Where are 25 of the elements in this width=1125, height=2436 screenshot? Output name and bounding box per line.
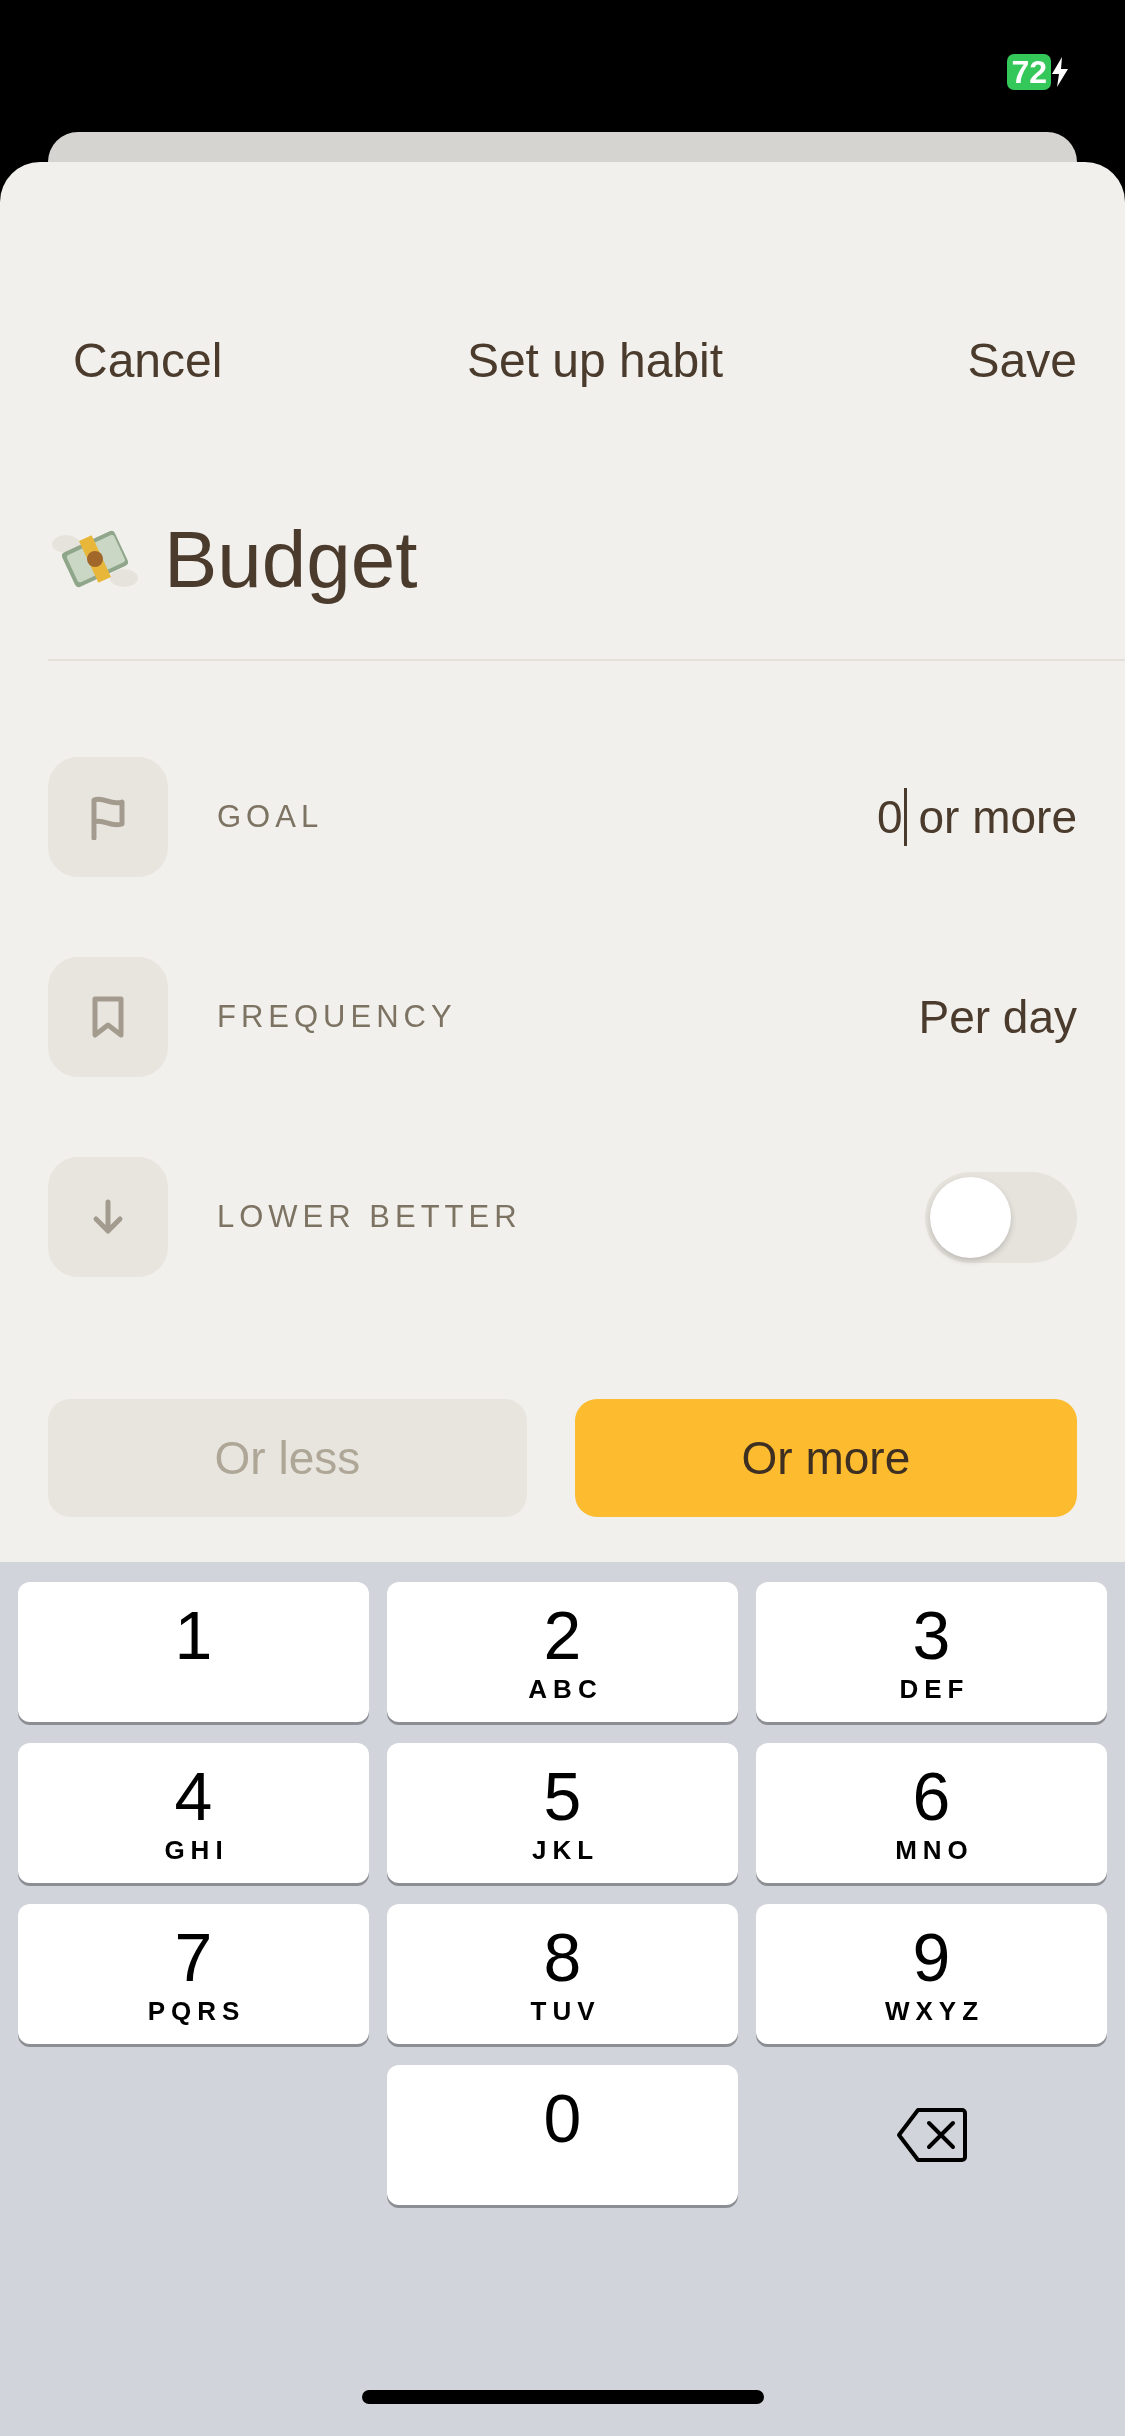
row-label: LOWER BETTER — [217, 1199, 523, 1235]
keypad-key[interactable]: 8 TUV — [387, 1904, 738, 2044]
frequency-value[interactable]: Per day — [918, 990, 1077, 1044]
battery-percentage: 72 — [1007, 54, 1051, 90]
option-button[interactable]: Or more — [574, 1399, 1077, 1517]
keypad-key[interactable]: 3 DEF — [756, 1582, 1107, 1722]
keypad-key[interactable]: 9 WXYZ — [756, 1904, 1107, 2044]
row-label: GOAL — [217, 799, 325, 835]
keypad-key[interactable]: 0 — [387, 2065, 738, 2205]
flag-icon — [88, 794, 128, 840]
row-label: FREQUENCY — [217, 999, 458, 1035]
keypad-key[interactable]: 6 MNO — [756, 1743, 1107, 1883]
keypad-key[interactable]: 2 ABC — [387, 1582, 738, 1722]
keypad-key[interactable]: 4 GHI — [18, 1743, 369, 1883]
cancel-button[interactable]: Cancel — [73, 332, 223, 388]
save-button[interactable]: Save — [967, 332, 1077, 388]
goal-suffix: or more — [918, 790, 1077, 844]
keypad-key[interactable]: 7 PQRS — [18, 1904, 369, 2044]
goal-input-field[interactable]: 0 — [876, 788, 907, 846]
bookmark-icon — [91, 995, 125, 1039]
backspace-icon — [895, 2106, 968, 2164]
keypad-key[interactable]: 1 — [18, 1582, 369, 1722]
keypad-key[interactable]: 5 JKL — [387, 1743, 738, 1883]
sheet-title: Set up habit — [466, 332, 724, 388]
habit-name[interactable]: Budget — [164, 514, 418, 606]
